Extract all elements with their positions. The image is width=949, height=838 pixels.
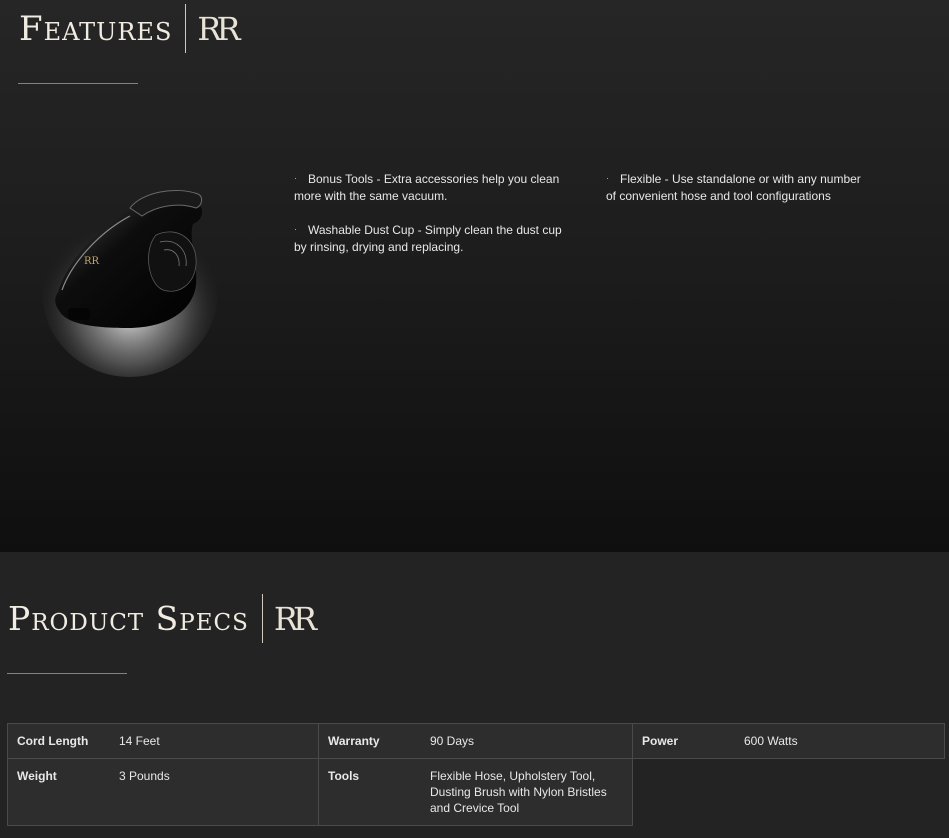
feature-text: Bonus Tools - Extra accessories help you… <box>294 172 560 203</box>
spec-label: Weight <box>7 758 110 826</box>
spec-value: 14 Feet <box>110 723 319 759</box>
feature-item: · Bonus Tools - Extra accessories help yo… <box>294 170 569 204</box>
feature-text: Washable Dust Cup - Simply clean the dus… <box>294 223 562 254</box>
spec-label: Power <box>632 723 735 759</box>
spec-value: 600 Watts <box>735 723 945 759</box>
feature-item: · Washable Dust Cup - Simply clean the du… <box>294 221 569 255</box>
brand-logo: RR <box>273 599 317 638</box>
svg-text:RR: RR <box>84 256 100 267</box>
feature-item: · Flexible - Use standalone or with any n… <box>606 170 871 204</box>
specs-header: Product Specs RR <box>8 594 317 643</box>
spec-label: Warranty <box>318 723 421 759</box>
gold-rule <box>7 673 127 674</box>
table-row: Weight 3 Pounds Tools Flexible Hose, Uph… <box>7 758 945 826</box>
header-divider <box>185 4 187 53</box>
specs-table: Cord Length 14 Feet Warranty 90 Days Pow… <box>7 723 945 826</box>
empty-cell <box>632 758 945 826</box>
header-divider <box>261 594 263 643</box>
gold-rule <box>18 83 138 84</box>
spec-label: Cord Length <box>7 723 110 759</box>
vacuum-product-image: RR <box>38 180 223 380</box>
bullet-dot: · <box>294 173 297 183</box>
spec-value: 90 Days <box>421 723 633 759</box>
features-list-left: · Bonus Tools - Extra accessories help yo… <box>294 170 569 272</box>
features-header: Features RR <box>19 4 241 53</box>
product-specs-section: Product Specs RR Cord Length 14 Feet War… <box>0 552 949 838</box>
features-list-right: · Flexible - Use standalone or with any n… <box>606 170 871 221</box>
features-section: Features RR RR · Bonus Tools - Extra acc… <box>0 0 949 552</box>
spec-value: 3 Pounds <box>110 758 319 826</box>
table-row: Cord Length 14 Feet Warranty 90 Days Pow… <box>7 723 945 759</box>
bullet-dot: · <box>294 224 297 234</box>
brand-logo: RR <box>197 9 240 48</box>
bullet-dot: · <box>606 173 609 183</box>
features-title: Features <box>19 8 173 49</box>
specs-title: Product Specs <box>8 599 249 638</box>
spec-label: Tools <box>318 758 421 826</box>
spec-value: Flexible Hose, Upholstery Tool, Dusting … <box>421 758 633 826</box>
feature-text: Flexible - Use standalone or with any nu… <box>606 172 861 203</box>
